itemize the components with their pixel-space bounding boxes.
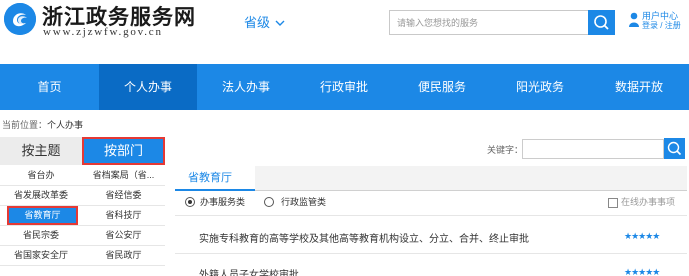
site-search-input[interactable] bbox=[389, 10, 588, 35]
nav-item-personal[interactable]: 个人办事 bbox=[99, 64, 197, 110]
online-items-checkbox[interactable] bbox=[608, 198, 618, 208]
chevron-down-icon bbox=[275, 18, 285, 30]
department-item-selected[interactable]: 省教育厅 bbox=[7, 206, 78, 225]
radio-supervision-items-label[interactable]: 行政监管类 bbox=[281, 197, 326, 208]
department-item[interactable]: 省民政厅 bbox=[82, 246, 165, 265]
nav-item-open-data[interactable]: 数据开放 bbox=[589, 64, 689, 110]
site-url: www.zjzwfw.gov.cn bbox=[43, 26, 163, 38]
breadcrumb-current[interactable]: 个人办事 bbox=[47, 120, 83, 130]
keyword-search-button[interactable] bbox=[664, 138, 685, 159]
department-row: 省发展改革委 省经信委 bbox=[0, 186, 165, 206]
site-search-button[interactable] bbox=[588, 10, 615, 35]
main-nav: 首页 个人办事 法人办事 行政审批 便民服务 阳光政务 数据开放 bbox=[0, 64, 689, 110]
online-items-label[interactable]: 在线办事事项 bbox=[621, 197, 675, 208]
region-selector[interactable]: 省级 bbox=[244, 12, 285, 31]
breadcrumb: 当前位置：个人办事 bbox=[2, 118, 83, 131]
login-link[interactable]: 登录 bbox=[642, 21, 658, 30]
nav-item-approval[interactable]: 行政审批 bbox=[295, 64, 393, 110]
service-item-title[interactable]: 实施专科教育的高等学校及其他高等教育机构设立、分立、合并、终止审批 bbox=[199, 230, 529, 245]
department-item[interactable]: 省科技厅 bbox=[82, 206, 165, 225]
user-center-label[interactable]: 用户中心 bbox=[642, 11, 681, 21]
department-item[interactable]: 省档案局（省... bbox=[82, 166, 165, 185]
register-link[interactable]: 注册 bbox=[665, 21, 681, 30]
service-item-title[interactable]: 外籍人员子女学校审批 bbox=[199, 266, 299, 276]
department-item[interactable]: 省经信委 bbox=[82, 186, 165, 205]
search-icon bbox=[667, 141, 682, 156]
department-item[interactable]: 省台办 bbox=[0, 166, 82, 185]
divider bbox=[175, 253, 687, 254]
star-rating: ★★★★★ bbox=[624, 231, 660, 241]
nav-item-open-government[interactable]: 阳光政务 bbox=[491, 64, 589, 110]
login-register-separator: / bbox=[660, 21, 663, 30]
department-item[interactable]: 省公安厅 bbox=[82, 226, 165, 245]
radio-service-items[interactable] bbox=[185, 197, 195, 207]
radio-service-items-label[interactable]: 办事服务类 bbox=[200, 197, 245, 208]
radio-supervision-items[interactable] bbox=[264, 197, 274, 207]
user-icon[interactable] bbox=[629, 12, 639, 28]
department-item[interactable]: 省民宗委 bbox=[0, 226, 82, 245]
divider bbox=[175, 215, 687, 216]
tab-by-department[interactable]: 按部门 bbox=[82, 137, 165, 165]
search-icon bbox=[594, 15, 609, 30]
user-center: 用户中心 登录 / 注册 bbox=[642, 11, 681, 31]
department-row: 省教育厅 省科技厅 bbox=[0, 206, 165, 226]
keyword-label: 关键字： bbox=[487, 145, 524, 155]
department-item[interactable]: 省国家安全厅 bbox=[0, 246, 82, 265]
breadcrumb-prefix: 当前位置： bbox=[2, 120, 48, 130]
nav-item-home[interactable]: 首页 bbox=[0, 64, 99, 110]
star-rating: ★★★★★ bbox=[624, 267, 660, 276]
department-list: 省台办 省档案局（省... 省发展改革委 省经信委 省教育厅 省科技厅 省民宗委… bbox=[0, 166, 165, 266]
department-item[interactable]: 省发展改革委 bbox=[0, 186, 82, 205]
nav-item-convenience[interactable]: 便民服务 bbox=[393, 64, 491, 110]
department-row: 省民宗委 省公安厅 bbox=[0, 226, 165, 246]
region-label: 省级 bbox=[244, 15, 271, 30]
keyword-input[interactable] bbox=[522, 139, 664, 159]
nav-item-corporate[interactable]: 法人办事 bbox=[197, 64, 295, 110]
section-title[interactable]: 省教育厅 bbox=[175, 166, 255, 191]
site-logo-icon[interactable] bbox=[4, 3, 36, 35]
tab-by-theme[interactable]: 按主题 bbox=[0, 137, 82, 165]
department-row: 省国家安全厅 省民政厅 bbox=[0, 246, 165, 266]
department-row: 省台办 省档案局（省... bbox=[0, 166, 165, 186]
site-header: 浙江政务服务网 www.zjzwfw.gov.cn 省级 用户中心 登录 / 注… bbox=[0, 0, 689, 46]
